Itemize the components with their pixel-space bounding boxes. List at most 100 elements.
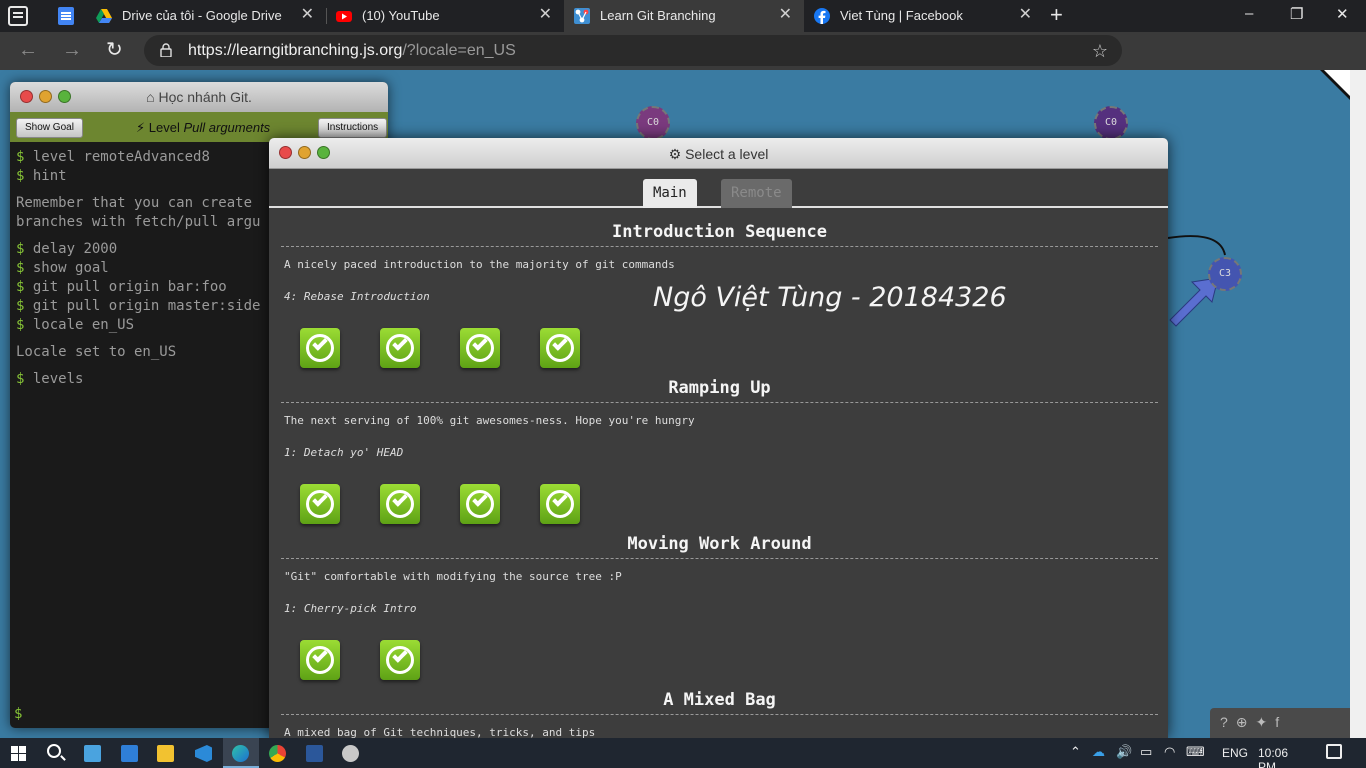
home-icon: ⌂	[146, 89, 155, 105]
prompt-symbol: $	[16, 149, 25, 165]
task-view-icon[interactable]	[84, 745, 101, 762]
terminal-line-text: delay 2000	[32, 241, 118, 257]
completed-level-button[interactable]	[460, 328, 500, 368]
windows-taskbar: ⌃ ☁ 🔊 ▭ ◠ ⌨ ENG 10:06 PM	[0, 738, 1366, 768]
lock-icon[interactable]	[160, 43, 172, 57]
show-goal-button[interactable]: Show Goal	[16, 118, 83, 138]
back-button[interactable]: ←	[18, 39, 38, 61]
paint-icon[interactable]	[342, 745, 359, 762]
clock[interactable]: 10:06 PM	[1258, 746, 1288, 768]
word-icon[interactable]	[306, 745, 323, 762]
bolt-icon: ⚡	[136, 120, 146, 135]
current-level-label: 4: Rebase Introduction	[284, 290, 430, 303]
completed-level-button[interactable]	[540, 328, 580, 368]
tab-label: Viet Tùng | Facebook	[840, 8, 963, 23]
browser-tab-strip: Drive của tôi - Google Drive ✕ (10) YouT…	[0, 0, 1366, 32]
tab-youtube[interactable]: (10) YouTube ✕	[326, 0, 564, 32]
help-icon[interactable]: ?	[1220, 714, 1236, 730]
chrome-icon[interactable]	[269, 745, 286, 762]
commit-node: C3	[1208, 257, 1242, 291]
completed-level-button[interactable]	[300, 328, 340, 368]
close-window-button[interactable]: ✕	[1336, 5, 1349, 23]
terminal-line-text: branches with fetch/pull argu	[16, 214, 261, 230]
new-tab-button[interactable]: +	[1050, 4, 1063, 26]
keyboard-icon[interactable]: ⌨	[1186, 744, 1205, 760]
terminal-line-text: level remoteAdvanced8	[32, 149, 210, 165]
twitter-icon[interactable]: ✦	[1256, 714, 1276, 730]
notification-icon[interactable]	[1326, 744, 1342, 759]
tab-actions-icon[interactable]	[8, 6, 28, 26]
page-content: C0 C0 C3 ⌂ Học nhánh Git. Show Goal ⚡ Le…	[0, 70, 1366, 738]
wifi-icon[interactable]: ◠	[1164, 744, 1175, 760]
tab-google-drive[interactable]: Drive của tôi - Google Drive ✕	[86, 0, 326, 32]
tab-label: Drive của tôi - Google Drive	[122, 8, 282, 23]
url-text[interactable]: https://learngitbranching.js.org/?locale…	[188, 42, 516, 60]
dialog-title: ⚙ Select a level	[668, 146, 769, 162]
mail-icon[interactable]	[121, 745, 138, 762]
terminal-input-prompt[interactable]: $	[14, 706, 22, 722]
completed-level-button[interactable]	[380, 328, 420, 368]
level-list[interactable]: Ngô Việt Tùng - 20184326 Introduction Se…	[269, 208, 1168, 738]
section-title: Moving Work Around	[627, 534, 812, 554]
dialog-titlebar: ⚙ Select a level	[269, 138, 1168, 169]
globe-icon[interactable]: ⊕	[1236, 714, 1256, 730]
completed-level-button[interactable]	[300, 484, 340, 524]
completed-level-button[interactable]	[540, 484, 580, 524]
social-links: ?⊕✦f	[1210, 708, 1350, 738]
instructions-button[interactable]: Instructions	[318, 118, 388, 138]
browser-toolbar: ← → ↻ https://learngitbranching.js.org/?…	[0, 32, 1366, 96]
completed-level-button[interactable]	[380, 640, 420, 680]
close-tab-icon[interactable]: ✕	[301, 7, 314, 23]
youtube-icon	[336, 11, 352, 22]
minimize-button[interactable]: –	[1245, 5, 1253, 22]
select-level-dialog: ⚙ Select a level Main Remote Ngô Việt Tù…	[269, 138, 1168, 738]
corner-toggle-icon[interactable]	[1320, 70, 1350, 100]
google-docs-icon[interactable]	[58, 7, 74, 25]
terminal-line-text: levels	[32, 371, 84, 387]
prompt-symbol: $	[16, 279, 25, 295]
completed-level-button[interactable]	[380, 484, 420, 524]
commit-node: C0	[1094, 106, 1128, 140]
prompt-symbol: $	[16, 241, 25, 257]
terminal-titlebar: ⌂ Học nhánh Git.	[10, 82, 388, 112]
terminal-line-text: Locale set to en_US	[16, 344, 177, 360]
facebook-icon[interactable]: f	[1275, 714, 1287, 730]
edge-icon[interactable]	[232, 745, 249, 762]
maximize-button[interactable]: ❐	[1290, 5, 1303, 23]
current-level-label: 1: Cherry-pick Intro	[284, 602, 417, 615]
chevron-up-icon[interactable]: ⌃	[1070, 744, 1081, 760]
onedrive-icon[interactable]: ☁	[1092, 744, 1105, 760]
vscode-icon[interactable]	[195, 745, 212, 762]
prompt-symbol: $	[16, 317, 25, 333]
windows-start-icon[interactable]	[11, 746, 27, 761]
input-language[interactable]: ENG	[1222, 746, 1248, 760]
tab-main[interactable]: Main	[643, 179, 697, 208]
tab-facebook[interactable]: Viet Tùng | Facebook ✕	[804, 0, 1044, 32]
tab-learn-git-branching[interactable]: Learn Git Branching ✕	[564, 0, 804, 32]
current-level-label: 1: Detach yo' HEAD	[284, 446, 404, 459]
terminal-line-text: show goal	[32, 260, 109, 276]
forward-button[interactable]: →	[62, 39, 82, 61]
add-favorite-icon[interactable]: ☆	[1092, 41, 1108, 62]
close-tab-icon[interactable]: ✕	[539, 7, 552, 23]
completed-level-button[interactable]	[460, 484, 500, 524]
close-tab-icon[interactable]: ✕	[779, 7, 792, 23]
section-divider	[281, 558, 1158, 559]
completed-level-button[interactable]	[300, 640, 340, 680]
prompt-symbol: $	[16, 260, 25, 276]
refresh-button[interactable]: ↻	[106, 39, 123, 61]
search-icon[interactable]	[47, 744, 61, 758]
page-scrollbar[interactable]	[1350, 70, 1366, 738]
section-title: Ramping Up	[668, 378, 771, 398]
google-drive-icon	[96, 9, 112, 23]
section-divider	[281, 714, 1158, 715]
volume-icon[interactable]: 🔊	[1116, 744, 1132, 760]
address-bar[interactable]: https://learngitbranching.js.org/?locale…	[144, 35, 1122, 66]
terminal-line-text: Remember that you can create	[16, 195, 253, 211]
section-divider	[281, 246, 1158, 247]
battery-icon[interactable]: ▭	[1140, 744, 1152, 760]
tab-remote[interactable]: Remote	[721, 179, 792, 208]
file-explorer-icon[interactable]	[157, 745, 174, 762]
close-tab-icon[interactable]: ✕	[1019, 7, 1032, 23]
section-description: The next serving of 100% git awesomes-ne…	[284, 414, 695, 427]
